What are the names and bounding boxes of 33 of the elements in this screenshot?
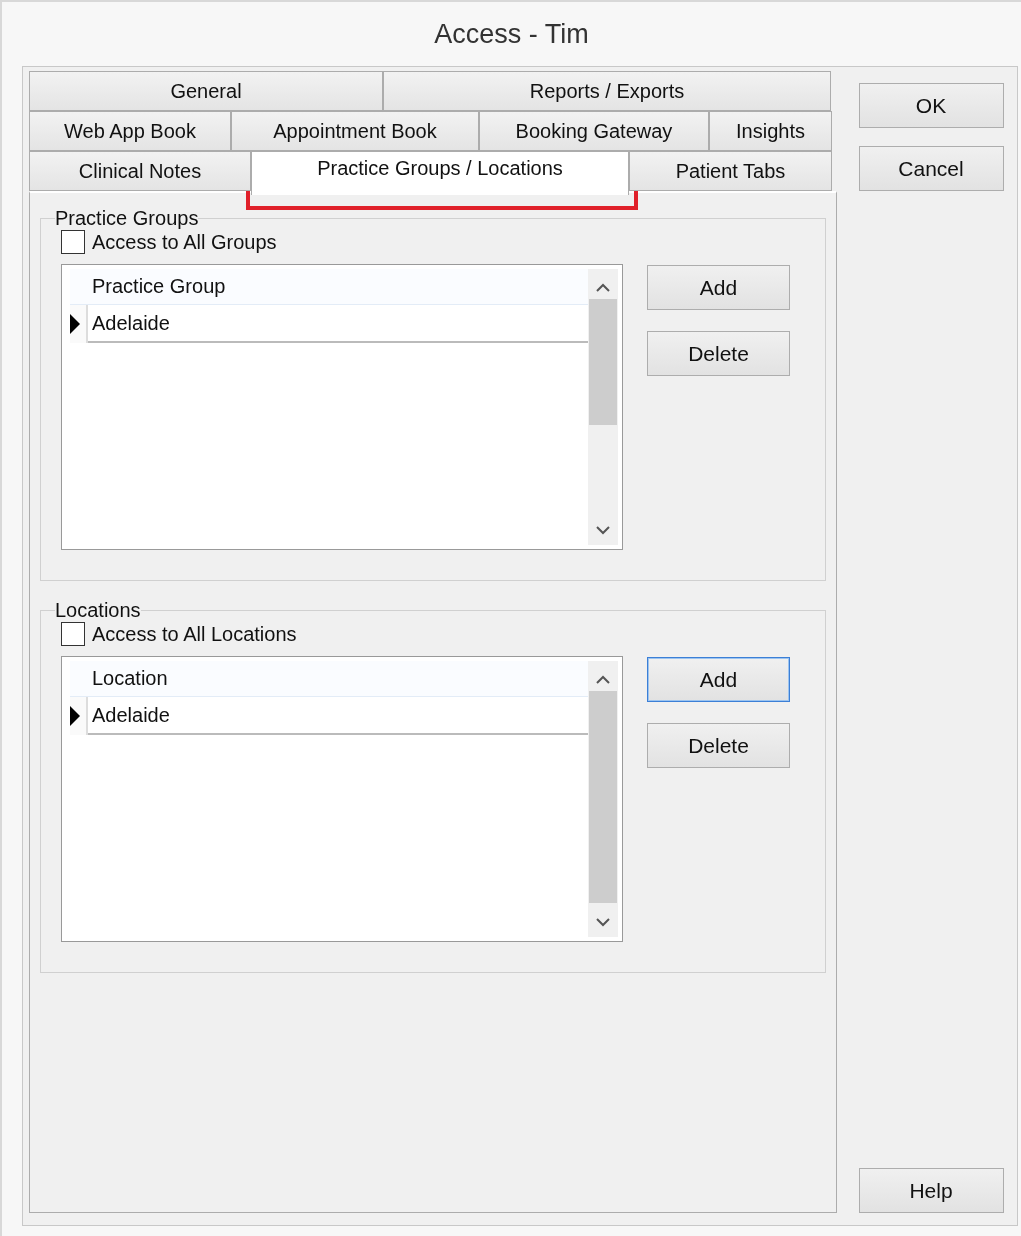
scrollbar[interactable] (588, 269, 618, 545)
cancel-button[interactable]: Cancel (858, 146, 1004, 191)
row-pointer-icon (70, 314, 80, 334)
access-checkbox[interactable]: Access to All Groups (61, 230, 805, 254)
table-cell[interactable]: Adelaide (88, 305, 588, 343)
table-cell[interactable]: Adelaide (88, 697, 588, 735)
scroll-thumb[interactable] (589, 691, 617, 903)
tab[interactable]: Clinical Notes (29, 151, 251, 191)
scroll-thumb[interactable] (589, 299, 617, 425)
add-button[interactable]: Add (647, 265, 790, 310)
column-header[interactable]: Location (70, 661, 588, 697)
add-button[interactable]: Add (647, 657, 790, 702)
group-title: Practice Groups (55, 207, 199, 230)
tab[interactable]: Reports / Exports (383, 71, 831, 111)
tab[interactable]: Web App Book (29, 111, 231, 151)
tab[interactable]: Insights (709, 111, 832, 151)
tab[interactable]: General (29, 71, 383, 111)
scroll-down-icon[interactable] (595, 523, 611, 537)
scrollbar[interactable] (588, 661, 618, 937)
scroll-down-icon[interactable] (595, 915, 611, 929)
window-title: Access - Tim (433, 17, 590, 51)
column-header[interactable]: Practice Group (70, 269, 588, 305)
tab[interactable]: Appointment Book (231, 111, 479, 151)
help-button[interactable]: Help (858, 1168, 1004, 1213)
tab[interactable]: Booking Gateway (479, 111, 709, 151)
delete-button[interactable]: Delete (647, 723, 790, 768)
tab[interactable]: Practice Groups / Locations (251, 151, 629, 195)
group-title: Locations (55, 599, 141, 622)
row-pointer-icon (70, 706, 80, 726)
access-checkbox[interactable]: Access to All Locations (61, 622, 805, 646)
ok-button[interactable]: OK (858, 83, 1004, 128)
tab[interactable]: Patient Tabs (629, 151, 832, 191)
delete-button[interactable]: Delete (647, 331, 790, 376)
